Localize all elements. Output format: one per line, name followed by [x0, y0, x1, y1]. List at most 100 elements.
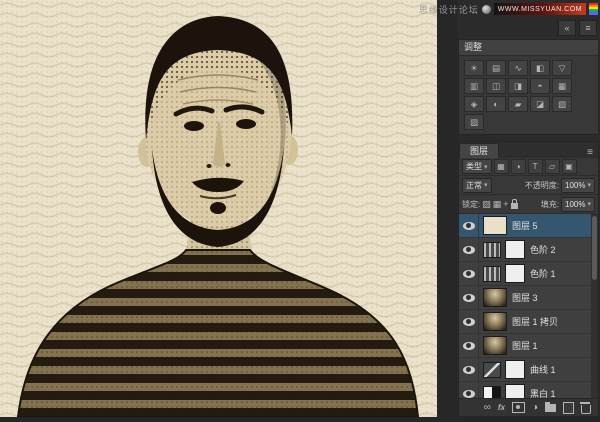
collapse-panels-icon[interactable]: « [558, 20, 576, 36]
layer-style-icon[interactable]: fx [498, 403, 505, 412]
layer-row-quxian-1[interactable]: 曲线 1 [459, 358, 598, 382]
layer-filter-row: 类型 ▾ ▦ ◑ T ▱ ▣ [459, 158, 598, 176]
filter-type-layers-icon[interactable]: T [528, 159, 543, 174]
eye-icon [463, 342, 475, 350]
layers-panel-menu-icon[interactable]: ≡ [582, 147, 598, 158]
adjustment-posterize-icon[interactable]: ▰ [508, 96, 528, 112]
layer-thumbnail[interactable] [483, 336, 507, 355]
curves-adjustment-thumbnail[interactable] [483, 362, 501, 378]
chevron-down-icon: ▾ [587, 200, 591, 208]
adjustment-threshold-icon[interactable]: ◪ [530, 96, 550, 112]
adjustments-icon-grid: ☀ ▤ ∿ ◧ ▽ ▥ ◫ ◨ ◓ ▦ ◈ ◐ ▰ ◪ ▧ ▨ [459, 56, 598, 134]
lock-all-icon[interactable] [511, 203, 518, 209]
visibility-toggle[interactable] [459, 382, 479, 398]
layer-name: 图层 5 [512, 219, 538, 232]
eye-icon [463, 366, 475, 374]
layer-mask-thumbnail[interactable] [505, 264, 525, 283]
opacity-dropdown[interactable]: 100% ▾ [561, 178, 595, 193]
adjustment-selective-color-icon[interactable]: ▧ [552, 96, 572, 112]
layer-mask-thumbnail[interactable] [505, 360, 525, 379]
add-layer-mask-icon[interactable] [512, 402, 525, 413]
layer-row-tuceng-3[interactable]: 图层 3 [459, 286, 598, 310]
layer-name: 图层 3 [512, 291, 538, 304]
layer-row-heibai-1[interactable]: 黑白 1 [459, 382, 598, 398]
visibility-toggle[interactable] [459, 238, 479, 261]
layer-thumbnail[interactable] [483, 288, 507, 307]
layer-filter-type-label: 类型 [466, 161, 482, 172]
adjustments-panel: 调整 ☀ ▤ ∿ ◧ ▽ ▥ ◫ ◨ ◓ ▦ ◈ ◐ ▰ ◪ ▧ ▨ [458, 39, 599, 135]
layer-list-scrollbar[interactable] [591, 214, 598, 398]
layer-row-sejie-2[interactable]: 色阶 2 [459, 238, 598, 262]
adjustment-channel-mixer-icon[interactable]: ▦ [552, 78, 572, 94]
adjustment-brightness-contrast-icon[interactable]: ☀ [464, 60, 484, 76]
visibility-toggle[interactable] [459, 334, 479, 357]
tab-layers[interactable]: 图层 [459, 143, 499, 158]
adjustment-photo-filter-icon[interactable]: ◓ [530, 78, 550, 94]
adjustment-invert-icon[interactable]: ◐ [486, 96, 506, 112]
new-layer-icon[interactable] [563, 402, 574, 414]
layer-row-tuceng-1[interactable]: 图层 1 [459, 334, 598, 358]
filter-shape-layers-icon[interactable]: ▱ [545, 159, 560, 174]
fill-dropdown[interactable]: 100% ▾ [561, 197, 595, 212]
layer-mask-thumbnail[interactable] [505, 384, 525, 398]
visibility-toggle[interactable] [459, 262, 479, 285]
eye-icon [463, 390, 475, 398]
watermark-logo-icon [482, 5, 491, 14]
delete-layer-icon[interactable] [581, 405, 591, 414]
visibility-toggle[interactable] [459, 214, 479, 237]
lock-position-icon[interactable]: + [503, 199, 508, 209]
layer-row-tuceng-5[interactable]: 图层 5 [459, 214, 598, 238]
adjustment-hue-saturation-icon[interactable]: ▥ [464, 78, 484, 94]
levels-adjustment-thumbnail[interactable] [483, 266, 501, 282]
new-group-icon[interactable] [545, 404, 556, 412]
layers-panel-tabs: 图层 ≡ [459, 142, 598, 158]
layer-name: 色阶 2 [530, 243, 556, 256]
adjustment-gradient-map-icon[interactable]: ▨ [464, 114, 484, 130]
layer-row-sejie-1[interactable]: 色阶 1 [459, 262, 598, 286]
opacity-label: 不透明度: [525, 180, 559, 191]
adjustment-curves-icon[interactable]: ∿ [508, 60, 528, 76]
layer-name: 图层 1 拷贝 [512, 315, 558, 328]
blend-mode-dropdown[interactable]: 正常 ▾ [462, 178, 492, 193]
eye-icon [463, 222, 475, 230]
layer-name: 黑白 1 [530, 387, 556, 398]
layer-thumbnail[interactable] [483, 216, 507, 235]
visibility-toggle[interactable] [459, 310, 479, 333]
adjustment-black-white-icon[interactable]: ◨ [508, 78, 528, 94]
layer-mask-thumbnail[interactable] [505, 240, 525, 259]
fill-value: 100% [565, 200, 585, 209]
lock-row: 锁定: ▨ ▦ + 填充: 100% ▾ [459, 195, 598, 214]
layer-thumbnail[interactable] [483, 312, 507, 331]
adjustment-levels-icon[interactable]: ▤ [486, 60, 506, 76]
scrollbar-thumb[interactable] [592, 216, 597, 280]
layer-name: 图层 1 [512, 339, 538, 352]
new-adjustment-layer-icon[interactable]: ◑ [532, 403, 538, 413]
levels-adjustment-thumbnail[interactable] [483, 242, 501, 258]
adjustment-color-balance-icon[interactable]: ◫ [486, 78, 506, 94]
panel-options-icon[interactable]: ≡ [579, 20, 597, 36]
visibility-toggle[interactable] [459, 286, 479, 309]
adjustment-exposure-icon[interactable]: ◧ [530, 60, 550, 76]
document-canvas[interactable] [0, 0, 437, 417]
layer-filter-type-dropdown[interactable]: 类型 ▾ [462, 159, 492, 174]
layer-row-tuceng-1-copy[interactable]: 图层 1 拷贝 [459, 310, 598, 334]
layer-name: 曲线 1 [530, 363, 556, 376]
lock-transparency-icon[interactable]: ▨ [482, 199, 491, 210]
fill-label: 填充: [541, 199, 559, 210]
watermark: 思缘设计论坛 WWW.MISSYUAN.COM [419, 2, 598, 16]
layers-panel: 图层 ≡ 类型 ▾ ▦ ◑ T ▱ ▣ 正常 ▾ 不透明度: 100% ▾ [458, 141, 599, 417]
link-layers-icon[interactable]: ∞ [484, 403, 491, 413]
adjustment-vibrance-icon[interactable]: ▽ [552, 60, 572, 76]
filter-smart-objects-icon[interactable]: ▣ [562, 159, 577, 174]
lock-pixels-icon[interactable]: ▦ [493, 199, 502, 210]
lock-label: 锁定: [462, 199, 480, 210]
black-white-adjustment-thumbnail[interactable] [483, 386, 501, 399]
adjustment-color-lookup-icon[interactable]: ◈ [464, 96, 484, 112]
eye-icon [463, 270, 475, 278]
opacity-value: 100% [565, 181, 585, 190]
halftone-portrait-image [0, 0, 437, 417]
filter-adjustment-layers-icon[interactable]: ◑ [511, 159, 526, 174]
filter-pixel-layers-icon[interactable]: ▦ [494, 159, 509, 174]
visibility-toggle[interactable] [459, 358, 479, 381]
layer-name: 色阶 1 [530, 267, 556, 280]
